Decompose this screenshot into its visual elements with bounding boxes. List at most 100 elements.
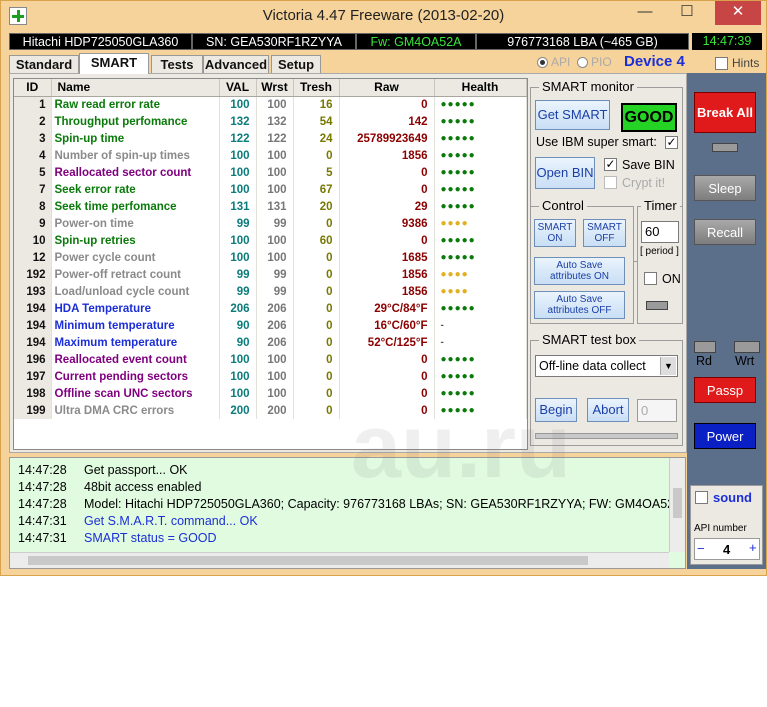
table-row[interactable]: 12 Power cycle count 100 100 0 1685 ●●●●● xyxy=(14,249,527,266)
scroll-thumb[interactable] xyxy=(673,488,682,518)
smart-val: 100 xyxy=(219,249,257,266)
control-group: Control SMART ON SMART OFF Auto Save att… xyxy=(530,198,634,324)
log-vertical-scrollbar[interactable] xyxy=(669,458,685,552)
smart-name: Power cycle count xyxy=(51,249,220,266)
smart-id: 196 xyxy=(14,351,52,368)
tab-smart[interactable]: SMART xyxy=(79,53,149,74)
table-row[interactable]: 197 Current pending sectors 100 100 0 0 ●●●●● xyxy=(14,368,527,385)
main-window: Victoria 4.47 Freeware (2013-02-20) — ☐ … xyxy=(0,0,767,576)
api-number-spinner[interactable]: − 4 + xyxy=(694,538,760,560)
open-bin-button[interactable]: Open BIN xyxy=(535,157,595,189)
smart-tresh: 0 xyxy=(293,266,340,283)
table-row[interactable]: 9 Power-on time 99 99 0 9386 ●●●● xyxy=(14,215,527,232)
smart-health: ●●●●● xyxy=(434,351,527,368)
smart-tresh: 0 xyxy=(293,215,340,232)
pio-radio[interactable] xyxy=(577,57,588,68)
smart-tresh: 0 xyxy=(293,351,340,368)
drive-firmware: Fw: GM4OA52A xyxy=(356,33,476,50)
smart-id: 7 xyxy=(14,181,52,198)
table-row[interactable]: 8 Seek time perfomance 131 131 20 29 ●●●●● xyxy=(14,198,527,215)
timer-on-label: ON xyxy=(662,272,681,286)
autosave-on-button[interactable]: Auto Save attributes ON xyxy=(534,257,625,285)
smart-id: 9 xyxy=(14,215,52,232)
col-health[interactable]: Health xyxy=(434,79,527,97)
tab-advanced[interactable]: Advanced xyxy=(203,55,269,73)
break-all-button[interactable]: Break All xyxy=(694,92,756,133)
table-row[interactable]: 2 Throughput perfomance 132 132 54 142 ●●●●● xyxy=(14,113,527,130)
smart-wrst: 206 xyxy=(256,334,294,351)
autosave-off-button[interactable]: Auto Save attributes OFF xyxy=(534,291,625,319)
ibm-super-smart-checkbox[interactable]: ✓ xyxy=(665,136,678,149)
scroll-thumb[interactable] xyxy=(28,556,588,565)
smart-name: Number of spin-up times xyxy=(51,147,220,164)
col-name[interactable]: Name xyxy=(51,79,220,97)
log-horizontal-scrollbar[interactable] xyxy=(10,552,669,568)
tab-standard[interactable]: Standard xyxy=(9,55,79,73)
drive-model: Hitachi HDP725050GLA360 xyxy=(9,33,192,50)
table-row[interactable]: 1 Raw read error rate 100 100 16 0 ●●●●● xyxy=(14,96,527,113)
table-row[interactable]: 194 Maximum temperature 90 206 0 52°C/125°F - xyxy=(14,334,527,351)
smart-health: ●●●● xyxy=(434,266,527,283)
timer-group: Timer 60 [ period ] ON xyxy=(637,198,683,324)
col-val[interactable]: VAL xyxy=(219,79,257,97)
col-raw[interactable]: Raw xyxy=(339,79,435,97)
hints-checkbox[interactable] xyxy=(715,57,728,70)
table-row[interactable]: 3 Spin-up time 122 122 24 25789923649 ●●●●● xyxy=(14,130,527,147)
smart-raw: 0 xyxy=(339,96,435,113)
test-number-input[interactable]: 0 xyxy=(637,399,677,422)
smart-name: Minimum temperature xyxy=(51,317,220,334)
table-row[interactable]: 194 HDA Temperature 206 206 0 29°C/84°F ●●●●● xyxy=(14,300,527,317)
power-button[interactable]: Power xyxy=(694,423,756,449)
table-row[interactable]: 5 Reallocated sector count 100 100 5 0 ●●●●● xyxy=(14,164,527,181)
save-bin-checkbox[interactable]: ✓ xyxy=(604,158,617,171)
test-type-select[interactable]: Off-line data collect ▼ xyxy=(535,355,678,377)
table-row[interactable]: 194 Minimum temperature 90 206 0 16°C/60°F - xyxy=(14,317,527,334)
api-radio[interactable] xyxy=(537,57,548,68)
col-wrst[interactable]: Wrst xyxy=(256,79,294,97)
sleep-button[interactable]: Sleep xyxy=(694,175,756,201)
smart-monitor-title: SMART monitor xyxy=(539,79,637,94)
smart-off-button[interactable]: SMART OFF xyxy=(583,219,626,247)
col-id[interactable]: ID xyxy=(14,79,52,97)
table-row[interactable]: 10 Spin-up retries 100 100 60 0 ●●●●● xyxy=(14,232,527,249)
crypt-checkbox[interactable] xyxy=(604,176,617,189)
right-control-column: Break All Sleep Recall Rd Wrt Passp Powe… xyxy=(687,73,766,569)
timer-input[interactable]: 60 xyxy=(641,221,679,243)
tab-setup[interactable]: Setup xyxy=(271,55,321,73)
table-row[interactable]: 192 Power-off retract count 99 99 0 1856 ●●●● xyxy=(14,266,527,283)
plus-icon[interactable]: + xyxy=(749,540,757,555)
tab-tests[interactable]: Tests xyxy=(151,55,203,73)
smart-name: Maximum temperature xyxy=(51,334,220,351)
chevron-down-icon[interactable]: ▼ xyxy=(660,357,676,375)
close-button[interactable]: ✕ xyxy=(715,1,761,25)
watermark-logo: au.ru xyxy=(351,397,572,497)
get-smart-button[interactable]: Get SMART xyxy=(535,100,610,130)
smart-raw: 0 xyxy=(339,351,435,368)
passp-button[interactable]: Passp xyxy=(694,377,756,403)
smart-val: 100 xyxy=(219,181,257,198)
minus-icon[interactable]: − xyxy=(697,541,705,556)
table-row[interactable]: 4 Number of spin-up times 100 100 0 1856 ●●●●● xyxy=(14,147,527,164)
maximize-button[interactable]: ☐ xyxy=(667,1,707,25)
smart-tresh: 54 xyxy=(293,113,340,130)
smart-health: ●●●●● xyxy=(434,249,527,266)
smart-health: ●●●●● xyxy=(434,198,527,215)
smart-tresh: 0 xyxy=(293,402,340,419)
smart-raw: 0 xyxy=(339,164,435,181)
table-row[interactable]: 7 Seek error rate 100 100 67 0 ●●●●● xyxy=(14,181,527,198)
smart-wrst: 99 xyxy=(256,283,294,300)
minimize-button[interactable]: — xyxy=(625,1,665,25)
smart-tresh: 0 xyxy=(293,334,340,351)
sound-checkbox[interactable] xyxy=(695,491,708,504)
table-row[interactable]: 193 Load/unload cycle count 99 99 0 1856 ●●●● xyxy=(14,283,527,300)
smart-val: 100 xyxy=(219,351,257,368)
smart-on-button[interactable]: SMART ON xyxy=(534,219,576,247)
timer-on-checkbox[interactable] xyxy=(644,272,657,285)
timer-title: Timer xyxy=(641,198,680,213)
log-time: 14:47:28 xyxy=(18,497,67,511)
recall-button[interactable]: Recall xyxy=(694,219,756,245)
smart-wrst: 100 xyxy=(256,96,294,113)
abort-button[interactable]: Abort xyxy=(587,398,629,422)
table-row[interactable]: 196 Reallocated event count 100 100 0 0 ●●●●● xyxy=(14,351,527,368)
col-tresh[interactable]: Tresh xyxy=(293,79,340,97)
